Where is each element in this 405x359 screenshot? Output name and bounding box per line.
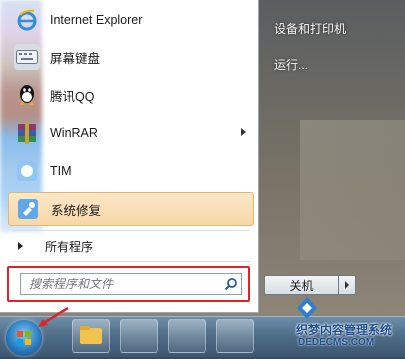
program-winrar[interactable]: WinRAR [8,116,254,150]
menu-divider [12,261,250,262]
expand-arrow-icon [18,242,23,250]
watermark-text: 织梦内容管理系统 [296,323,393,337]
all-programs-label: 所有程序 [45,239,94,254]
tim-icon [14,158,40,184]
shutdown-button[interactable]: 关机 [264,275,339,295]
program-internet-explorer[interactable]: Internet Explorer [8,3,254,37]
qq-icon [14,82,40,108]
program-tim[interactable]: TIM [8,154,254,188]
shutdown-control: 关机 [264,275,356,295]
all-programs-button[interactable]: 所有程序 [14,235,244,257]
search-box[interactable] [20,273,242,295]
menu-divider [12,230,250,231]
shutdown-options-button[interactable] [339,275,356,295]
program-label: 系统修复 [51,203,102,218]
chevron-right-icon [345,281,349,289]
watermark: 织梦内容管理系统 DEDECMS.COM [290,295,405,355]
watermark-logo-icon [297,297,317,319]
program-label: 屏幕键盘 [50,51,101,66]
winrar-icon [14,120,40,146]
program-label: Internet Explorer [50,13,143,27]
program-label: WinRAR [50,126,98,140]
program-label: TIM [50,164,72,178]
program-label: 腾讯QQ [50,89,95,104]
taskbar-app-button[interactable] [120,319,158,353]
search-input[interactable] [21,274,221,294]
search-icon[interactable] [221,275,241,293]
program-tencent-qq[interactable]: 腾讯QQ [8,78,254,112]
folder-icon [80,326,102,344]
taskbar-explorer-button[interactable] [72,319,110,353]
run-link[interactable]: 运行... [274,56,308,73]
red-pointer-arrow-icon [38,306,69,327]
repair-icon [15,196,41,222]
taskbar-app-button[interactable] [216,319,254,353]
program-system-repair[interactable]: 系统修复 [8,192,254,226]
devices-and-printers-link[interactable]: 设备和打印机 [274,20,346,37]
internet-explorer-icon [14,7,40,33]
keyboard-icon [14,44,40,70]
taskbar-app-button[interactable] [168,319,206,353]
program-on-screen-keyboard[interactable]: 屏幕键盘 [8,40,254,74]
watermark-domain: DEDECMS.COM [298,337,375,348]
submenu-arrow-icon [241,128,246,136]
